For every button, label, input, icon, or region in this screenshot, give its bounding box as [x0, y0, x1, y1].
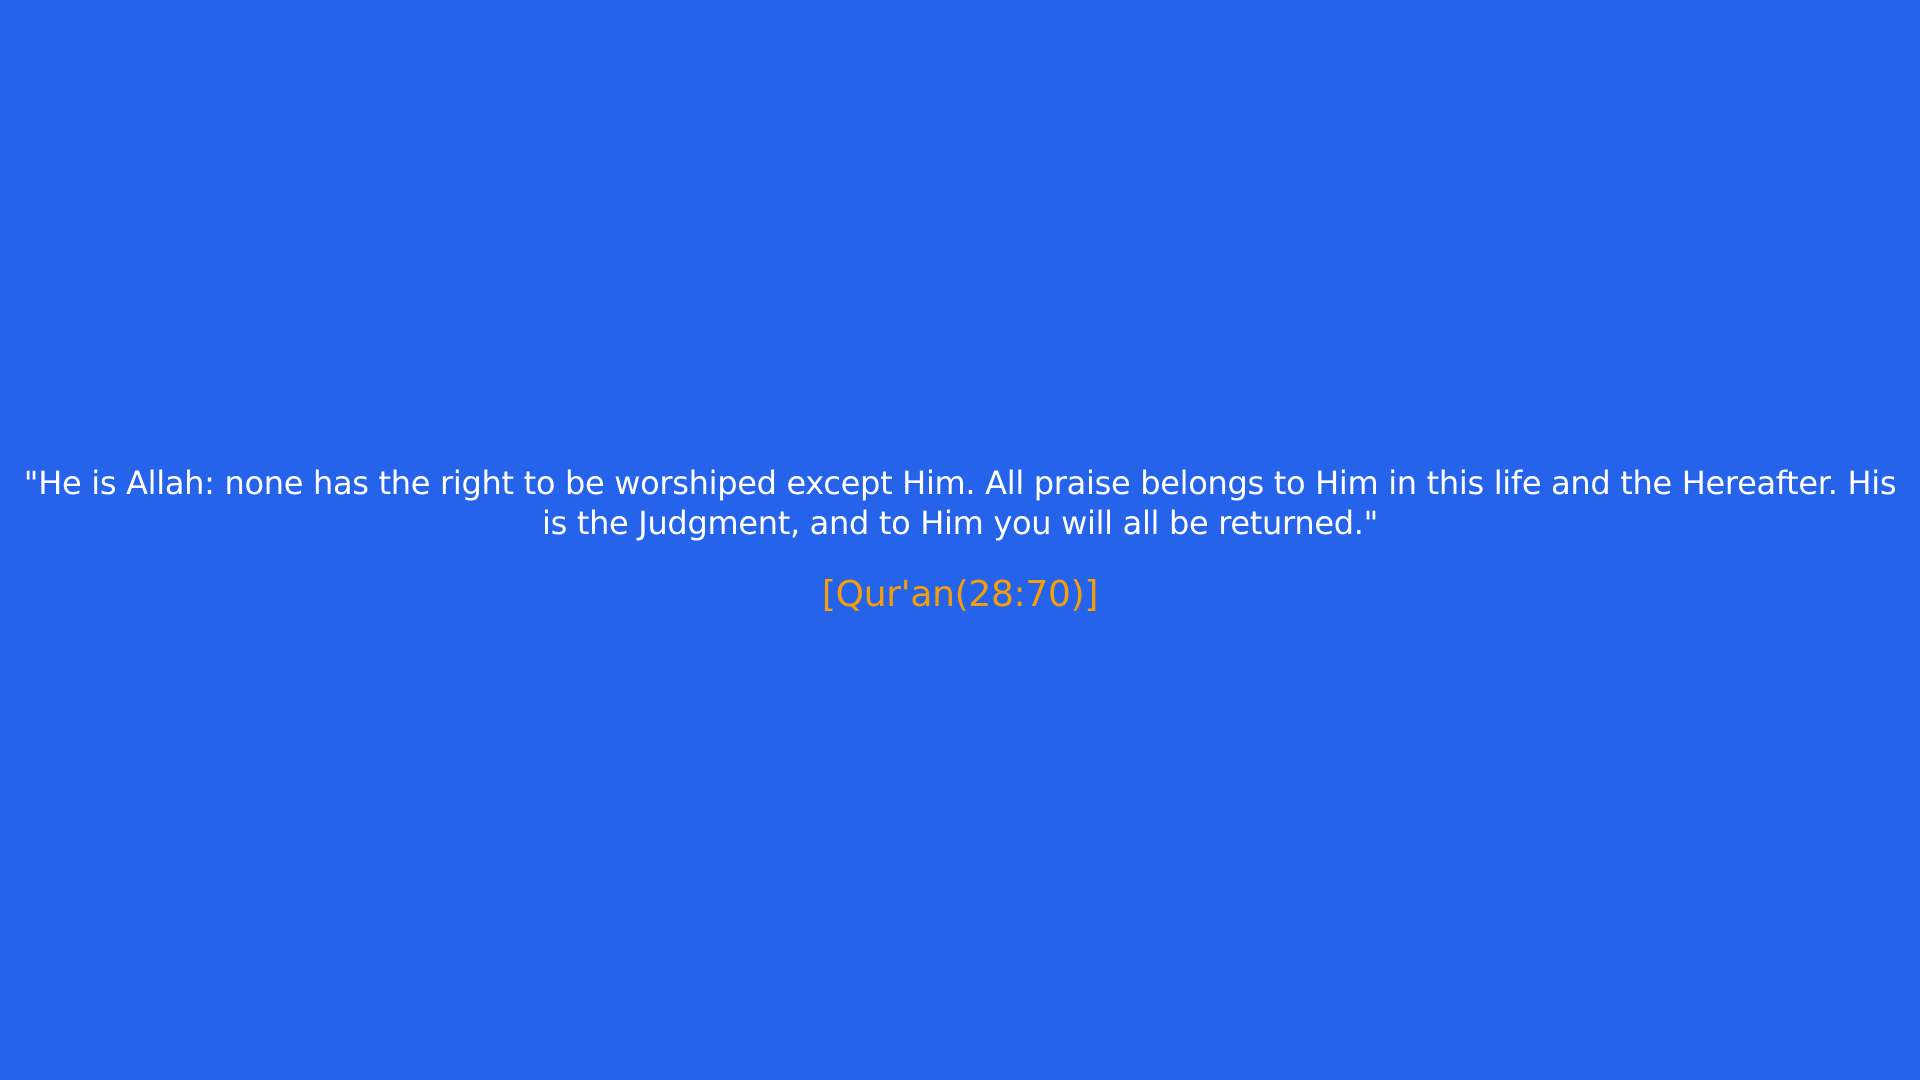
- quote-citation: [Qur'an(28:70)]: [821, 574, 1099, 615]
- quote-text: "He is Allah: none has the right to be w…: [23, 464, 1897, 542]
- quote-screen: "He is Allah: none has the right to be w…: [0, 0, 1920, 1080]
